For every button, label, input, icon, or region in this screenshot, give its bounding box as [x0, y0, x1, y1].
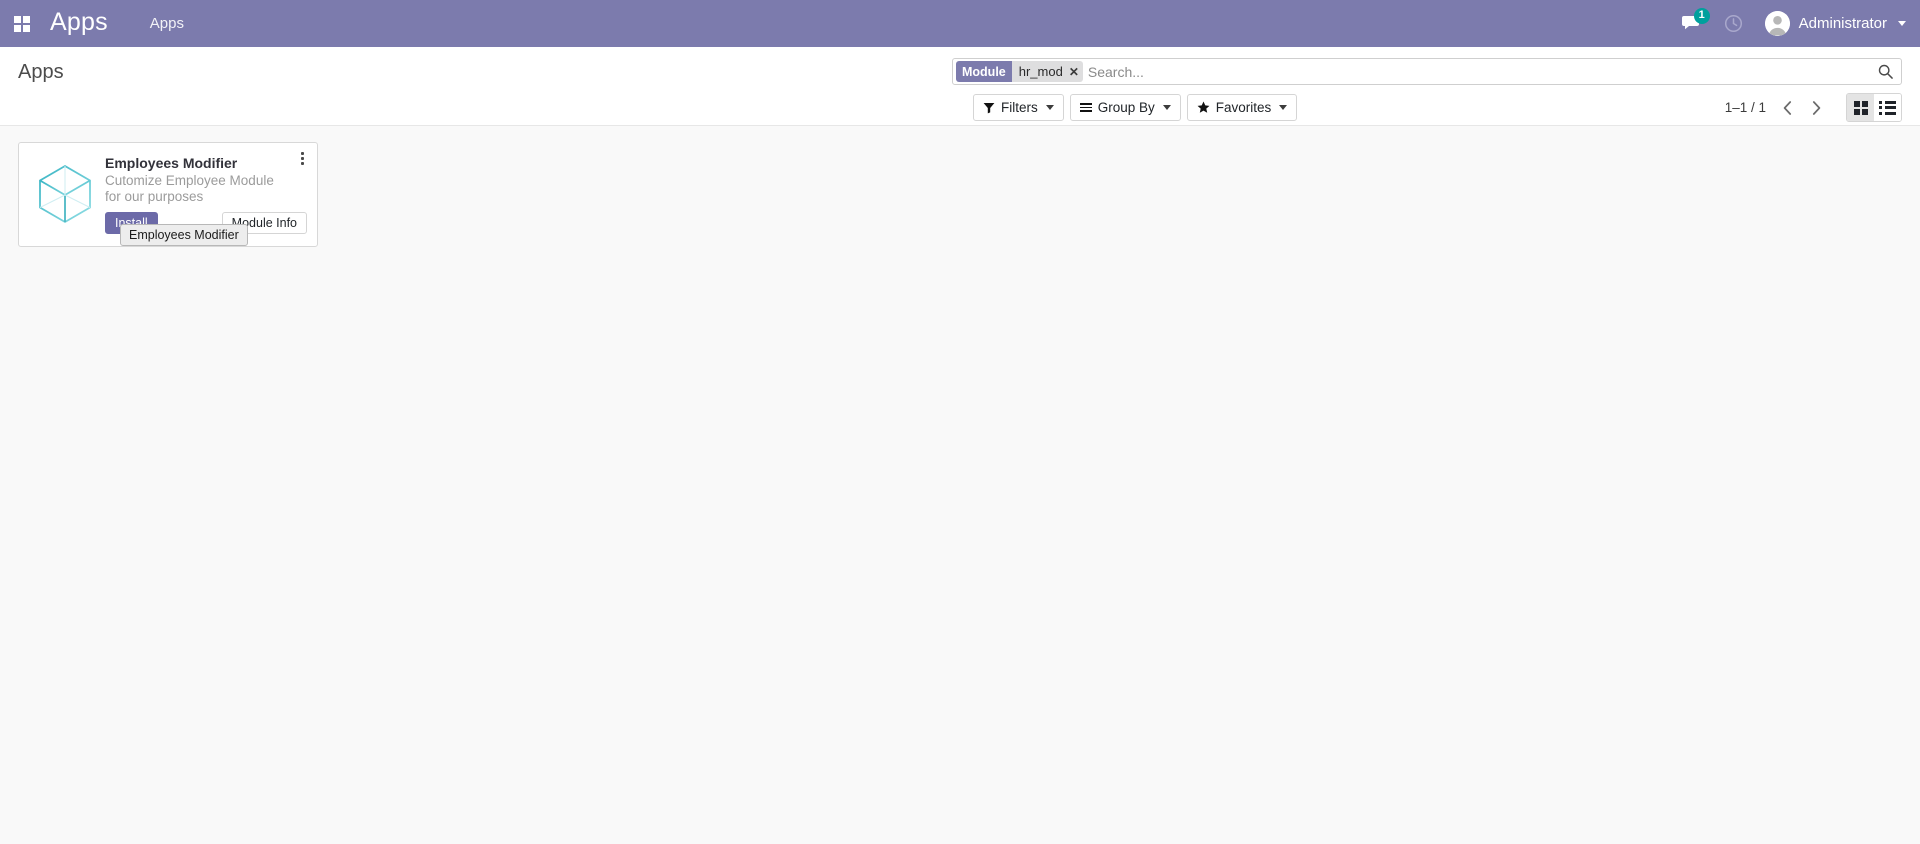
- activities-button[interactable]: [1724, 14, 1743, 33]
- apps-menu-button[interactable]: [0, 0, 44, 47]
- module-cube-icon: [39, 164, 91, 223]
- star-icon: [1197, 101, 1210, 113]
- chevron-left-icon: [1783, 100, 1792, 115]
- chevron-down-icon: [1162, 105, 1171, 110]
- vertical-dots-icon[interactable]: [295, 150, 309, 166]
- search-facet-value: hr_mod ✕: [1011, 61, 1083, 82]
- pager-next-button[interactable]: [1809, 100, 1824, 115]
- search-area: Module hr_mod ✕: [952, 58, 1902, 85]
- app-card-body: Employees Modifier Cutomize Employee Mod…: [101, 153, 307, 234]
- group-by-button-label: Group By: [1097, 100, 1155, 115]
- chevron-right-icon: [1812, 100, 1821, 115]
- search-icon: [1878, 64, 1893, 79]
- user-menu[interactable]: Administrator: [1764, 11, 1906, 36]
- messages-count-badge: 1: [1693, 7, 1710, 24]
- chevron-down-icon: [1279, 105, 1288, 110]
- apps-kanban-content: Employees Modifier Cutomize Employee Mod…: [0, 126, 1920, 263]
- username-label: Administrator: [1798, 15, 1887, 32]
- app-description: Cutomize Employee Module for our purpose…: [105, 173, 274, 204]
- chevron-down-icon: [1898, 21, 1906, 26]
- search-facet-label: Module: [956, 61, 1012, 82]
- top-navbar: Apps Apps 1 Administrator: [0, 0, 1920, 47]
- close-icon[interactable]: ✕: [1069, 65, 1079, 79]
- list-view-icon: [1879, 100, 1896, 115]
- favorites-button-label: Favorites: [1215, 100, 1272, 115]
- group-by-lines-icon: [1079, 103, 1092, 112]
- control-panel: Apps Module hr_mod ✕ Search... Filters G…: [0, 47, 1920, 126]
- control-panel-toolbar: Filters Group By Favorites 1–1 / 1: [0, 93, 1920, 122]
- search-facet-value-text: hr_mod: [1018, 64, 1063, 79]
- search-facet-module[interactable]: Module hr_mod ✕: [956, 61, 1083, 82]
- chevron-down-icon: [1045, 105, 1054, 110]
- pager-area: 1–1 / 1: [1725, 93, 1902, 122]
- grid-apps-icon: [14, 15, 30, 32]
- app-tooltip: Employees Modifier: [120, 224, 248, 246]
- group-by-button[interactable]: Group By: [1069, 94, 1181, 121]
- list-view-button[interactable]: [1874, 94, 1901, 121]
- user-avatar-icon: [1764, 11, 1790, 36]
- grid-view-button[interactable]: [1847, 94, 1874, 121]
- navbar-right-tools: 1 Administrator: [1681, 7, 1906, 36]
- messages-button[interactable]: 1: [1681, 7, 1710, 33]
- filters-button-label: Filters: [1001, 100, 1038, 115]
- view-switcher: [1846, 93, 1902, 122]
- navbar-breadcrumb-apps[interactable]: Apps: [150, 15, 184, 32]
- avatar: [1764, 11, 1790, 36]
- pager-previous-button[interactable]: [1780, 100, 1795, 115]
- clock-activity-icon: [1724, 14, 1742, 33]
- filters-button[interactable]: Filters: [973, 94, 1064, 121]
- favorites-button[interactable]: Favorites: [1186, 94, 1298, 121]
- filter-funnel-icon: [983, 102, 995, 113]
- pager-count: 1–1 / 1: [1724, 100, 1766, 115]
- search-dropdown-buttons: Filters Group By Favorites: [973, 94, 1303, 121]
- brand-title[interactable]: Apps: [44, 8, 114, 40]
- search-box[interactable]: Module hr_mod ✕: [952, 58, 1902, 85]
- search-input[interactable]: [1085, 60, 1872, 83]
- search-button[interactable]: [1872, 64, 1899, 79]
- app-title: Employees Modifier: [105, 155, 238, 171]
- app-icon-wrapper: [29, 153, 101, 234]
- grid-view-icon: [1853, 100, 1868, 115]
